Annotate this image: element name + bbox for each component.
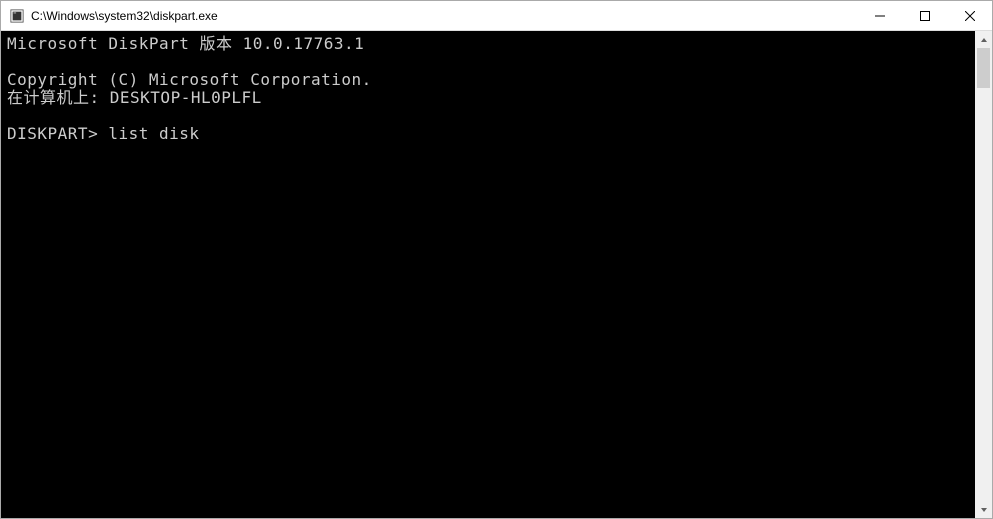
console-command: list disk [108, 124, 199, 143]
window-title: C:\Windows\system32\diskpart.exe [31, 9, 857, 23]
console-line: Microsoft DiskPart 版本 10.0.17763.1 [7, 34, 364, 53]
console-container: Microsoft DiskPart 版本 10.0.17763.1 Copyr… [1, 31, 992, 518]
console-line: 在计算机上: DESKTOP-HL0PLFL [7, 88, 262, 107]
scroll-down-arrow-icon[interactable] [975, 501, 992, 518]
scroll-thumb[interactable] [977, 48, 990, 88]
close-button[interactable] [947, 1, 992, 30]
minimize-button[interactable] [857, 1, 902, 30]
maximize-button[interactable] [902, 1, 947, 30]
window-controls [857, 1, 992, 30]
console-prompt: DISKPART> [7, 124, 108, 143]
console-line: Copyright (C) Microsoft Corporation. [7, 70, 372, 89]
window-titlebar: C:\Windows\system32\diskpart.exe [1, 1, 992, 31]
app-icon [9, 8, 25, 24]
console-output[interactable]: Microsoft DiskPart 版本 10.0.17763.1 Copyr… [1, 31, 975, 518]
vertical-scrollbar[interactable] [975, 31, 992, 518]
scroll-track[interactable] [975, 48, 992, 501]
scroll-up-arrow-icon[interactable] [975, 31, 992, 48]
